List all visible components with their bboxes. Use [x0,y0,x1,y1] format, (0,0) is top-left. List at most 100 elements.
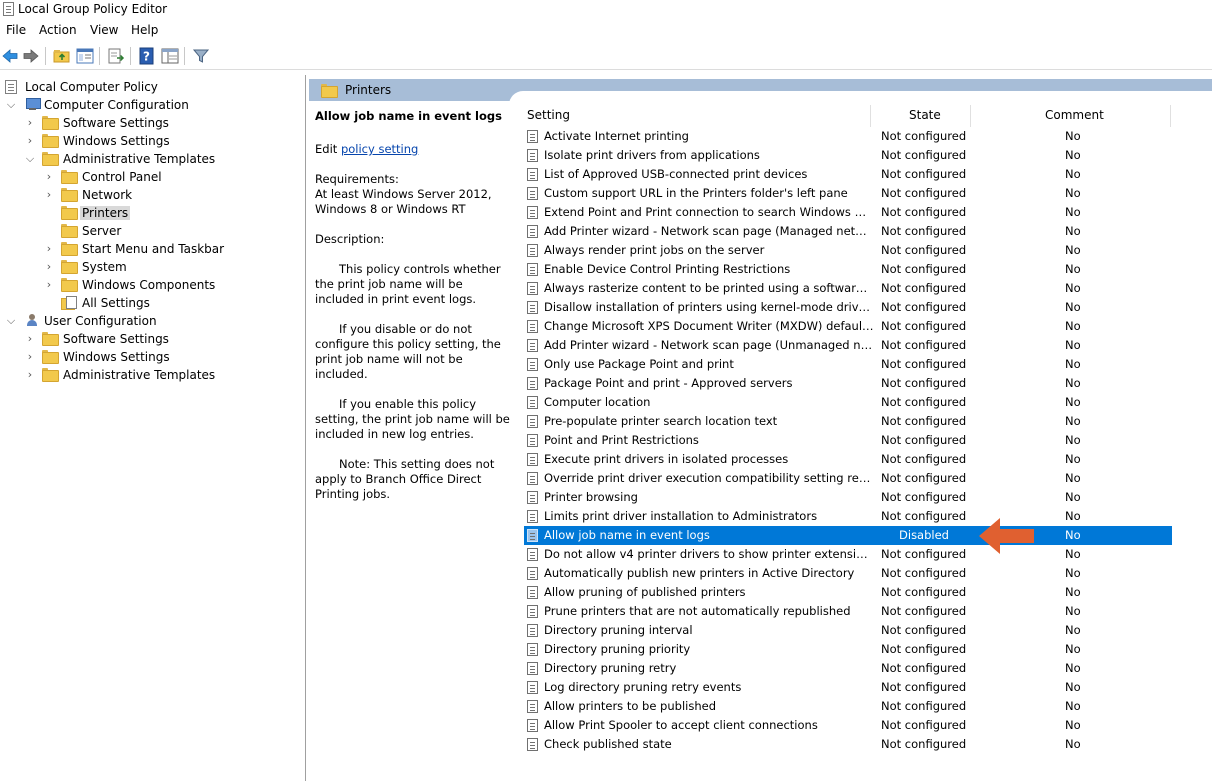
setting-name: Allow Print Spooler to accept client con… [544,718,818,732]
policy-setting-icon [527,453,538,466]
table-row[interactable]: Check published state Not configured No [524,735,1172,754]
setting-name: Log directory pruning retry events [544,680,742,694]
setting-state: Not configured [881,490,967,504]
table-row[interactable]: Prune printers that are not automaticall… [524,602,1172,621]
table-row[interactable]: Activate Internet printing Not configured… [524,127,1172,146]
chevron-down-icon[interactable]: ⌵ [6,314,16,328]
all-settings-icon [61,296,77,310]
properties-view-icon[interactable] [161,47,179,65]
table-row[interactable]: Do not allow v4 printer drivers to show … [524,545,1172,564]
policy-setting-icon [527,339,538,352]
table-row[interactable]: Execute print drivers in isolated proces… [524,450,1172,469]
table-row[interactable]: Directory pruning retry Not configured No [524,659,1172,678]
policy-setting-icon [527,149,538,162]
table-row[interactable]: Log directory pruning retry events Not co… [524,678,1172,697]
table-row[interactable]: List of Approved USB-connected print dev… [524,165,1172,184]
description-paragraph-3: If you enable this policy setting, the p… [315,397,510,441]
table-row[interactable]: Allow pruning of published printers Not c… [524,583,1172,602]
title-bar: Local Group Policy Editor [0,0,1212,20]
table-row[interactable]: Printer browsing Not configured No [524,488,1172,507]
back-arrow-icon[interactable] [1,47,19,65]
table-row[interactable]: Automatically publish new printers in Ac… [524,564,1172,583]
setting-comment: No [1065,452,1081,466]
table-row[interactable]: Directory pruning priority Not configured… [524,640,1172,659]
table-row[interactable]: Allow printers to be published Not config… [524,697,1172,716]
column-header-setting[interactable]: Setting [521,105,871,127]
table-row[interactable]: Allow Print Spooler to accept client con… [524,716,1172,735]
menu-help[interactable]: Help [131,23,158,37]
table-row[interactable]: Directory pruning interval Not configured… [524,621,1172,640]
show-hide-tree-icon[interactable] [76,47,94,65]
toolbar-separator [130,47,131,65]
chevron-right-icon[interactable]: › [44,242,54,256]
setting-name: Computer location [544,395,651,409]
table-row[interactable]: Allow job name in event logs Disabled No [524,526,1172,545]
policy-title: Allow job name in event logs [315,109,502,123]
table-row[interactable]: Pre-populate printer search location tex… [524,412,1172,431]
setting-name: Enable Device Control Printing Restricti… [544,262,791,276]
policy-setting-icon [527,662,538,675]
setting-name: Pre-populate printer search location tex… [544,414,778,428]
chevron-right-icon[interactable]: › [25,116,35,130]
chevron-right-icon[interactable]: › [25,332,35,346]
setting-state: Not configured [881,471,967,485]
setting-comment: No [1065,262,1081,276]
setting-name: Change Microsoft XPS Document Writer (MX… [544,319,874,333]
table-row[interactable]: Only use Package Point and print Not conf… [524,355,1172,374]
user-icon [25,314,40,327]
setting-state: Not configured [881,281,967,295]
help-icon[interactable]: ? [138,47,156,65]
table-row[interactable]: Limits print driver installation to Admi… [524,507,1172,526]
table-row[interactable]: Always rasterize content to be printed u… [524,279,1172,298]
policy-setting-icon [527,605,538,618]
chevron-right-icon[interactable]: › [44,260,54,274]
policy-setting-icon [527,491,538,504]
table-row[interactable]: Package Point and print - Approved serve… [524,374,1172,393]
setting-name: Limits print driver installation to Admi… [544,509,818,523]
setting-state: Not configured [881,338,967,352]
table-row[interactable]: Extend Point and Print connection to sea… [524,203,1172,222]
export-list-icon[interactable] [107,47,125,65]
table-row[interactable]: Isolate print drivers from applications N… [524,146,1172,165]
chevron-right-icon[interactable]: › [44,188,54,202]
chevron-right-icon[interactable]: › [25,134,35,148]
setting-state: Not configured [881,129,967,143]
setting-state: Not configured [881,300,967,314]
setting-comment: No [1065,224,1081,238]
filter-icon[interactable] [192,47,210,65]
table-row[interactable]: Override print driver execution compatib… [524,469,1172,488]
table-row[interactable]: Add Printer wizard - Network scan page (… [524,222,1172,241]
setting-state: Not configured [881,604,967,618]
table-row[interactable]: Enable Device Control Printing Restricti… [524,260,1172,279]
policy-setting-icon [527,567,538,580]
chevron-right-icon[interactable]: › [25,368,35,382]
setting-name: Isolate print drivers from applications [544,148,760,162]
setting-name: Check published state [544,737,672,751]
chevron-down-icon[interactable]: ⌵ [6,98,16,112]
chevron-down-icon[interactable]: ⌵ [25,152,35,166]
table-row[interactable]: Add Printer wizard - Network scan page (… [524,336,1172,355]
table-row[interactable]: Change Microsoft XPS Document Writer (MX… [524,317,1172,336]
chevron-right-icon[interactable]: › [44,278,54,292]
up-folder-icon[interactable] [53,47,71,65]
table-row[interactable]: Always render print jobs on the server No… [524,241,1172,260]
chevron-right-icon[interactable]: › [25,350,35,364]
menu-action[interactable]: Action [39,23,77,37]
table-row[interactable]: Disallow installation of printers using … [524,298,1172,317]
forward-arrow-icon[interactable] [22,47,40,65]
chevron-right-icon[interactable]: › [44,170,54,184]
computer-icon [25,98,41,111]
setting-state: Not configured [881,319,967,333]
policy-setting-icon [527,301,538,314]
table-row[interactable]: Custom support URL in the Printers folde… [524,184,1172,203]
setting-comment: No [1065,300,1081,314]
menu-file[interactable]: File [6,23,26,37]
column-header-comment[interactable]: Comment [971,105,1171,127]
table-row[interactable]: Point and Print Restrictions Not configur… [524,431,1172,450]
policy-setting-icon [527,681,538,694]
edit-policy-setting-link[interactable]: policy setting [341,142,418,156]
column-header-state[interactable]: State [871,105,971,127]
edit-line: Edit policy setting [315,142,419,156]
menu-view[interactable]: View [90,23,118,37]
table-row[interactable]: Computer location Not configured No [524,393,1172,412]
